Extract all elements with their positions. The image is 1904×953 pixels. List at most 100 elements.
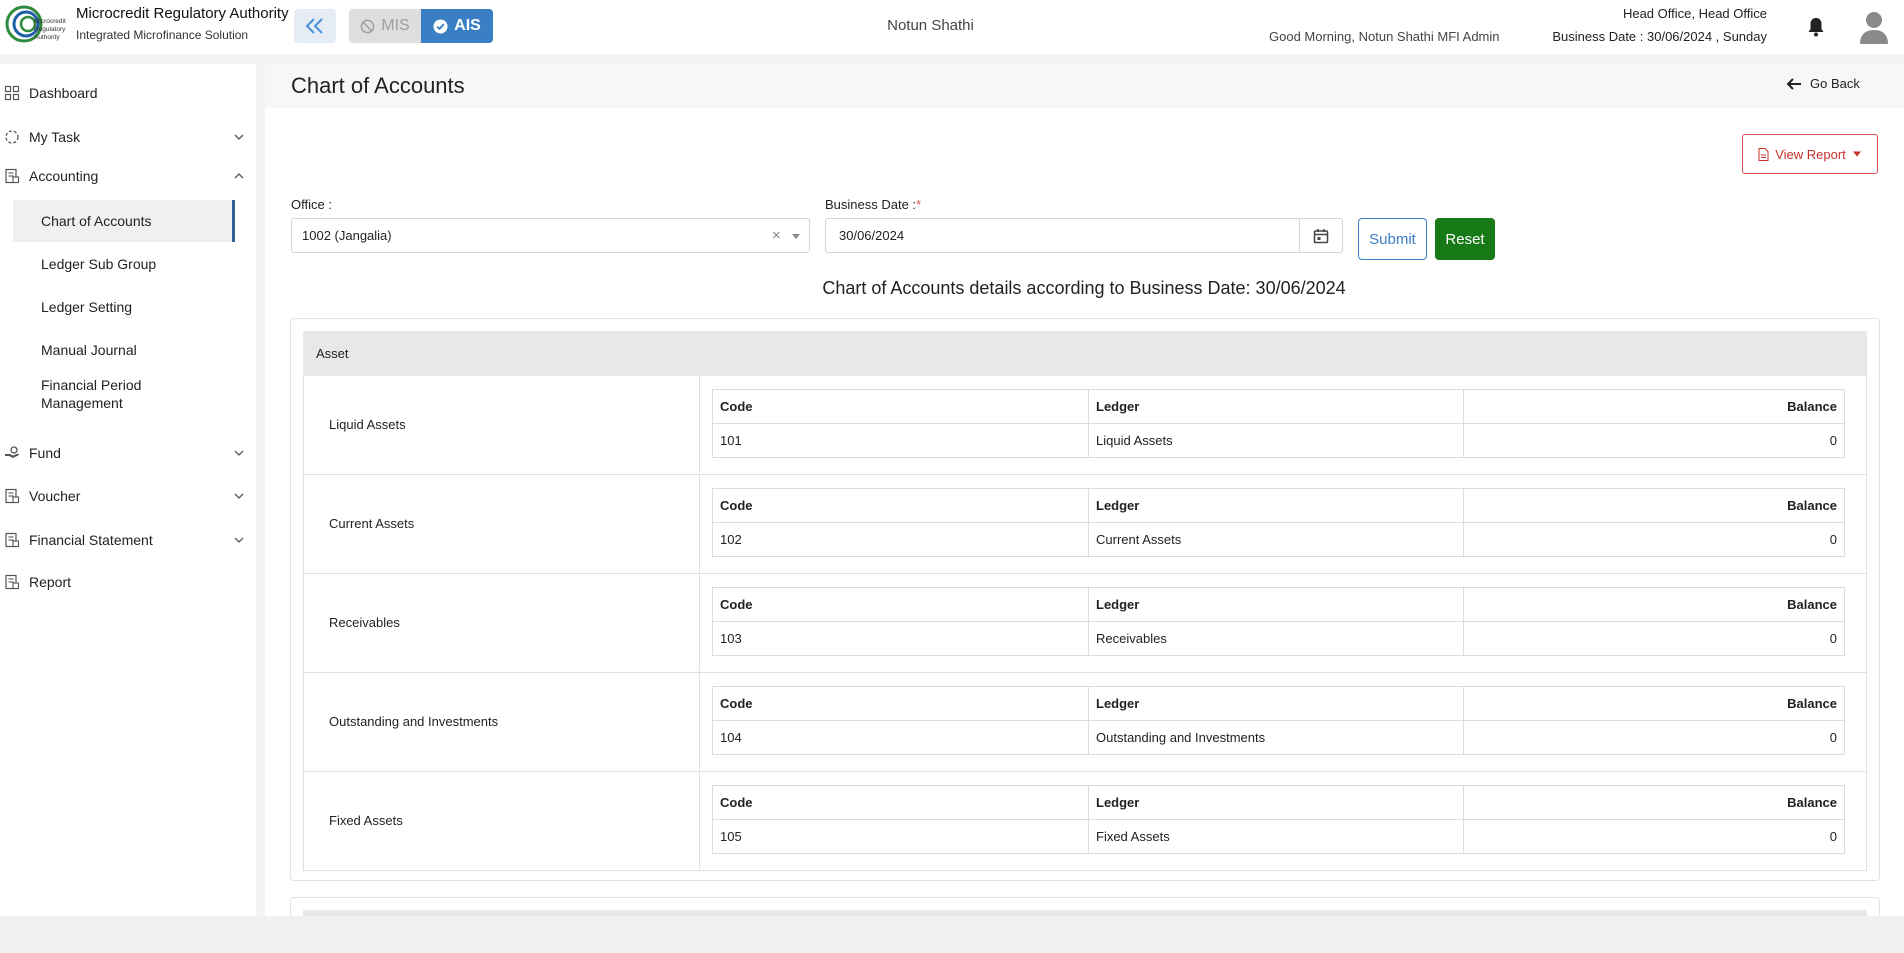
ledger-table: Code Ledger Balance 103 Receivables 0 bbox=[712, 587, 1845, 656]
business-date-label: Business Date :* bbox=[825, 197, 921, 212]
office-select[interactable]: 1002 (Jangalia) bbox=[291, 218, 810, 253]
sidebar-item-fund[interactable]: Fund bbox=[0, 438, 256, 468]
sidebar-item-voucher[interactable]: Voucher bbox=[0, 481, 256, 511]
ledger-cell: Current Assets bbox=[1088, 522, 1464, 557]
ledger-header: Ledger bbox=[1088, 389, 1464, 424]
ledger-table-header: Code Ledger Balance bbox=[712, 488, 1845, 523]
sidebar-item-financial-period-management[interactable]: Financial Period Management bbox=[13, 372, 235, 416]
sidebar-item-financial-statement[interactable]: Financial Statement bbox=[0, 525, 256, 555]
business-date-input[interactable]: 30/06/2024 bbox=[825, 218, 1300, 253]
submit-button[interactable]: Submit bbox=[1358, 218, 1427, 260]
statement-icon bbox=[5, 532, 20, 548]
ledger-table-header: Code Ledger Balance bbox=[712, 587, 1845, 622]
go-back-button[interactable]: Go Back bbox=[1786, 76, 1860, 91]
user-avatar-icon[interactable] bbox=[1858, 8, 1890, 46]
table-row: 104 Outstanding and Investments 0 bbox=[712, 720, 1845, 755]
clear-icon[interactable]: × bbox=[772, 227, 781, 244]
code-header: Code bbox=[712, 686, 1089, 721]
code-header: Code bbox=[712, 389, 1089, 424]
sidebar-item-label: Ledger Sub Group bbox=[41, 256, 157, 272]
ledger-cell: Outstanding and Investments bbox=[1088, 720, 1464, 755]
balance-header: Balance bbox=[1463, 785, 1845, 820]
chevron-down-icon bbox=[234, 493, 244, 499]
calendar-button[interactable] bbox=[1299, 218, 1343, 253]
sidebar-item-label: Report bbox=[29, 574, 72, 590]
caret-down-icon bbox=[1852, 151, 1861, 157]
ledger-icon bbox=[5, 168, 20, 184]
office-label: Office : bbox=[291, 197, 332, 212]
code-cell: 102 bbox=[712, 522, 1089, 557]
sidebar-item-report[interactable]: Report bbox=[0, 567, 256, 597]
sidebar-item-ledger-setting[interactable]: Ledger Setting bbox=[13, 286, 235, 328]
code-header: Code bbox=[712, 488, 1089, 523]
sidebar-item-my-task[interactable]: My Task bbox=[0, 122, 256, 152]
go-back-label: Go Back bbox=[1810, 76, 1860, 91]
ledger-table-header: Code Ledger Balance bbox=[712, 785, 1845, 820]
balance-cell: 0 bbox=[1463, 621, 1845, 656]
row-divider bbox=[699, 574, 700, 671]
select-caret-icon[interactable] bbox=[792, 234, 800, 239]
notification-bell-icon[interactable] bbox=[1806, 16, 1826, 38]
table-row: 103 Receivables 0 bbox=[712, 621, 1845, 656]
ledger-header: Ledger bbox=[1088, 587, 1464, 622]
sidebar-item-ledger-sub-group[interactable]: Ledger Sub Group bbox=[13, 243, 235, 285]
code-header: Code bbox=[712, 587, 1089, 622]
required-marker: * bbox=[916, 197, 922, 212]
page-footer-area bbox=[0, 917, 1904, 953]
account-rows: Liquid Assets Code Ledger Balance 101 Li… bbox=[303, 376, 1867, 871]
ledger-header: Ledger bbox=[1088, 488, 1464, 523]
ledger-cell: Liquid Assets bbox=[1088, 423, 1464, 458]
balance-cell: 0 bbox=[1463, 423, 1845, 458]
spinner-icon bbox=[5, 130, 19, 144]
report-icon bbox=[5, 574, 20, 590]
ledger-table: Code Ledger Balance 102 Current Assets 0 bbox=[712, 488, 1845, 557]
next-group-card bbox=[290, 897, 1880, 916]
balance-header: Balance bbox=[1463, 389, 1845, 424]
view-report-button[interactable]: View Report bbox=[1742, 134, 1878, 174]
sidebar-item-chart-of-accounts[interactable]: Chart of Accounts bbox=[13, 200, 235, 242]
main-content: Chart of Accounts Go Back View Report Of… bbox=[265, 64, 1904, 916]
office-info: Head Office, Head Office bbox=[1622, 6, 1767, 21]
row-divider bbox=[699, 772, 700, 869]
code-header: Code bbox=[712, 785, 1089, 820]
ledger-table: Code Ledger Balance 101 Liquid Assets 0 bbox=[712, 389, 1845, 458]
balance-header: Balance bbox=[1463, 587, 1845, 622]
chevron-down-icon bbox=[234, 134, 244, 140]
account-name: Liquid Assets bbox=[329, 417, 406, 432]
account-row: Receivables Code Ledger Balance 103 Rece… bbox=[303, 574, 1867, 673]
code-cell: 104 bbox=[712, 720, 1089, 755]
table-row: 105 Fixed Assets 0 bbox=[712, 819, 1845, 854]
page-title: Chart of Accounts bbox=[291, 73, 465, 98]
code-cell: 101 bbox=[712, 423, 1089, 458]
sidebar-item-label: Manual Journal bbox=[41, 342, 137, 358]
account-group-card: Asset Liquid Assets Code Ledger Balance … bbox=[290, 318, 1880, 881]
office-select-value: 1002 (Jangalia) bbox=[302, 228, 392, 243]
row-divider bbox=[699, 673, 700, 770]
pdf-file-icon bbox=[1758, 147, 1769, 161]
reset-button[interactable]: Reset bbox=[1435, 218, 1495, 260]
ledger-cell: Fixed Assets bbox=[1088, 819, 1464, 854]
ledger-cell: Receivables bbox=[1088, 621, 1464, 656]
code-cell: 103 bbox=[712, 621, 1089, 656]
account-name: Outstanding and Investments bbox=[329, 714, 499, 729]
ledger-header: Ledger bbox=[1088, 785, 1464, 820]
balance-cell: 0 bbox=[1463, 819, 1845, 854]
sidebar-item-accounting[interactable]: Accounting bbox=[0, 161, 256, 191]
sidebar-item-label: Dashboard bbox=[29, 85, 98, 101]
sidebar-item-label: Financial Statement bbox=[29, 532, 153, 548]
view-report-label: View Report bbox=[1775, 146, 1846, 162]
table-row: 101 Liquid Assets 0 bbox=[712, 423, 1845, 458]
balance-header: Balance bbox=[1463, 488, 1845, 523]
next-group-header bbox=[303, 910, 1867, 916]
voucher-icon bbox=[5, 488, 20, 504]
sidebar-item-dashboard[interactable]: Dashboard bbox=[0, 78, 256, 108]
chevron-down-icon bbox=[234, 450, 244, 456]
balance-cell: 0 bbox=[1463, 720, 1845, 755]
account-name: Receivables bbox=[329, 615, 400, 630]
sidebar-item-label: Chart of Accounts bbox=[41, 213, 152, 229]
chevron-down-icon bbox=[234, 537, 244, 543]
sidebar-item-manual-journal[interactable]: Manual Journal bbox=[13, 329, 235, 371]
hand-coin-icon bbox=[5, 446, 19, 458]
account-row: Outstanding and Investments Code Ledger … bbox=[303, 673, 1867, 772]
sidebar-item-label: Ledger Setting bbox=[41, 299, 133, 315]
